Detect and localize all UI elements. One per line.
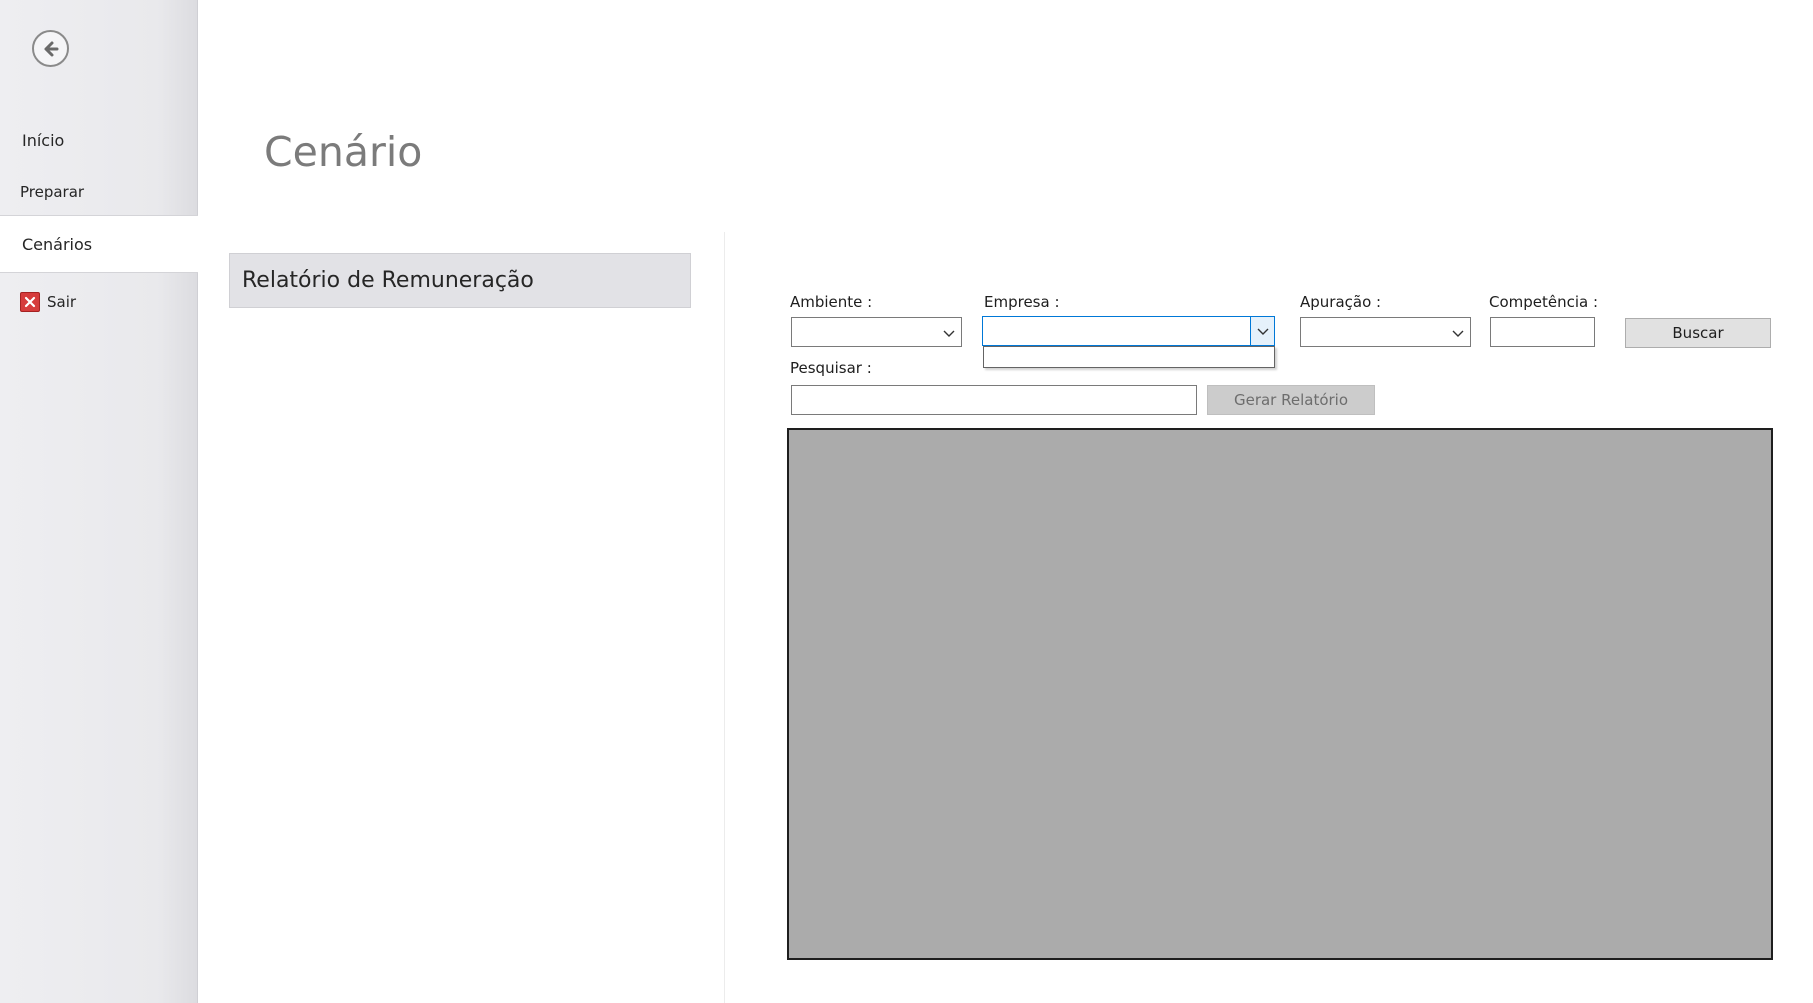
chevron-down-icon — [1452, 330, 1464, 337]
sidebar-item-preparar[interactable]: Preparar — [0, 166, 198, 218]
ambiente-label: Ambiente : — [790, 293, 873, 311]
competencia-label: Competência : — [1489, 293, 1599, 311]
sidebar: Início Preparar Cenários Sair — [0, 0, 198, 1003]
scenario-item-label: Relatório de Remuneração — [242, 268, 534, 293]
empresa-combobox[interactable] — [982, 316, 1275, 346]
gerar-relatorio-button[interactable]: Gerar Relatório — [1207, 385, 1375, 415]
sidebar-item-label: Início — [22, 130, 65, 150]
exit-x-icon — [20, 292, 40, 312]
report-data-grid[interactable] — [787, 428, 1773, 960]
buscar-button-label: Buscar — [1672, 324, 1724, 342]
chevron-down-icon — [943, 330, 955, 337]
back-button[interactable] — [32, 30, 69, 67]
apuracao-label: Apuração : — [1300, 293, 1382, 311]
empresa-label: Empresa : — [984, 293, 1060, 311]
chevron-down-icon — [1257, 328, 1269, 335]
page-title: Cenário — [264, 128, 423, 176]
competencia-input[interactable] — [1490, 317, 1595, 347]
back-arrow-icon — [44, 41, 58, 56]
empresa-dropdown-button[interactable] — [1250, 317, 1274, 345]
apuracao-combobox[interactable] — [1300, 317, 1471, 347]
sidebar-item-label: Preparar — [20, 183, 85, 201]
empresa-dropdown-list[interactable] — [983, 346, 1275, 368]
app-window: Início Preparar Cenários Sair Cenário Re… — [0, 0, 1813, 1003]
sidebar-item-inicio[interactable]: Início — [0, 114, 198, 166]
sidebar-item-label: Sair — [47, 293, 77, 311]
sidebar-item-sair[interactable]: Sair — [0, 276, 198, 328]
sidebar-item-label: Cenários — [22, 234, 93, 254]
gerar-relatorio-button-label: Gerar Relatório — [1233, 391, 1349, 409]
pesquisar-input[interactable] — [791, 385, 1197, 415]
content-divider — [724, 232, 725, 1003]
pesquisar-label: Pesquisar : — [790, 359, 872, 377]
buscar-button[interactable]: Buscar — [1625, 318, 1771, 348]
ambiente-combobox[interactable] — [791, 317, 962, 347]
scenario-item-relatorio-remuneracao[interactable]: Relatório de Remuneração — [229, 253, 691, 308]
sidebar-item-cenarios[interactable]: Cenários — [0, 215, 198, 273]
